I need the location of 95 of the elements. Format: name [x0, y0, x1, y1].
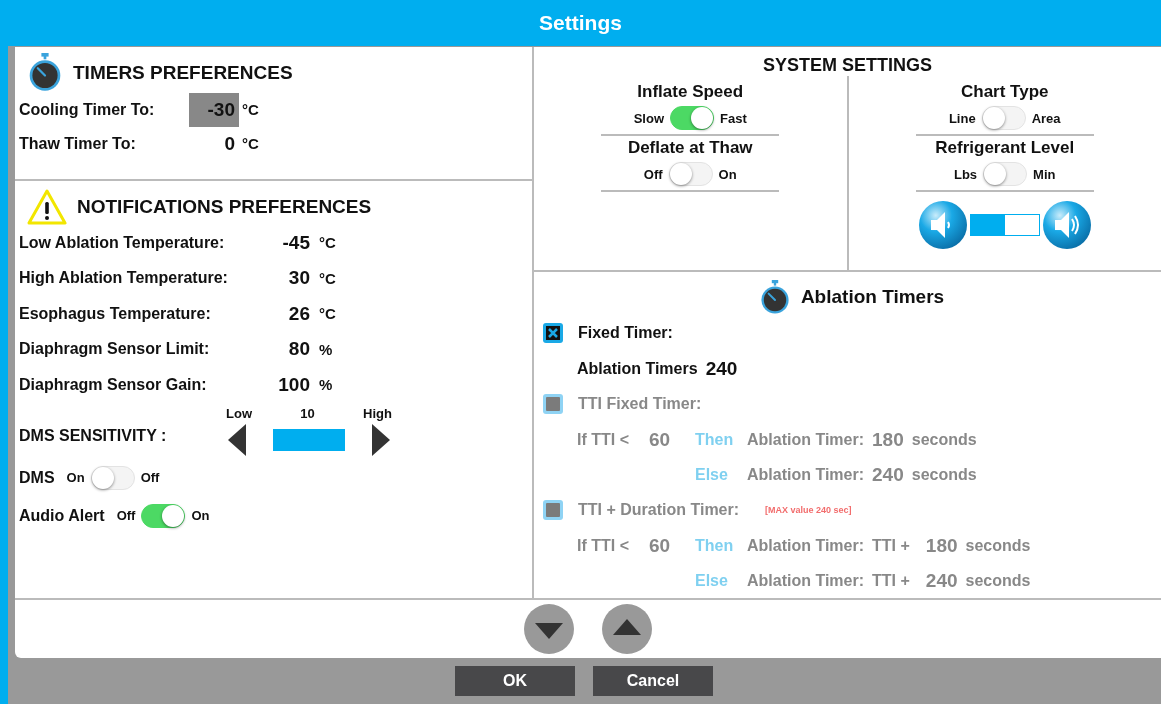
stopwatch-icon [27, 53, 63, 93]
warning-icon [27, 189, 67, 225]
setting-label: Audio Alert [19, 506, 105, 525]
scale-value: 10 [300, 406, 315, 421]
unit-label: % [318, 340, 333, 358]
condition-label: If TTI < [577, 430, 629, 448]
toggle-label: On [191, 508, 210, 523]
threshold-value: 60 [649, 534, 671, 556]
keyword-label: Then [695, 430, 734, 448]
toggle-label: On [718, 166, 737, 182]
timer-value: 240 [872, 463, 904, 486]
unit-label: °C [318, 269, 336, 287]
toggle-label: On [66, 470, 85, 485]
setting-title: Chart Type [960, 82, 1049, 102]
setting-label: Diaphragm Sensor Gain: [19, 375, 208, 394]
checkbox[interactable] [542, 322, 564, 344]
section-title: Ablation Timers [800, 286, 945, 309]
value-field[interactable]: -30 [189, 92, 239, 127]
section-title: NOTIFICATIONS PREFERENCES [77, 196, 372, 218]
unit-label: °C [318, 305, 336, 323]
scale-label: Low [226, 406, 252, 421]
timer-value: 180 [925, 534, 958, 557]
timer-value: 180 [872, 428, 904, 451]
scale-label: High [363, 406, 392, 421]
setting-label: Thaw Timer To: [19, 134, 137, 153]
keyword-label: Else [695, 465, 728, 483]
unit-label: °C [241, 101, 259, 119]
dialog-button[interactable]: OK [455, 666, 575, 696]
setting-title: Inflate Speed [637, 82, 744, 102]
setting-label: Diaphragm Sensor Limit: [19, 340, 211, 359]
condition-label: Ablation Timer: [747, 571, 865, 590]
scroll-down-icon[interactable] [524, 604, 574, 654]
volume-up-icon[interactable] [1041, 200, 1092, 250]
toggle-switch[interactable] [668, 162, 713, 186]
value-field[interactable]: 100 [264, 373, 316, 396]
option-label: TTI Fixed Timer: [578, 395, 702, 413]
value-field[interactable]: -45 [264, 231, 316, 254]
toggle-label: Min [1033, 166, 1056, 182]
volume-bar[interactable] [969, 214, 1040, 236]
section-title: SYSTEM SETTINGS [762, 54, 933, 76]
condition-label: If TTI < [577, 536, 629, 554]
dialog-button[interactable]: Cancel [593, 666, 713, 696]
section-title: TIMERS PREFERENCES [73, 61, 293, 84]
unit-label: seconds [965, 571, 1031, 590]
option-label: Fixed Timer: [578, 324, 673, 342]
value-field[interactable]: 80 [264, 338, 316, 361]
setting-label: Low Ablation Temperature: [19, 233, 226, 252]
value-field[interactable]: 30 [264, 267, 316, 290]
unit-label: °C [241, 135, 259, 153]
toggle-label: Slow [633, 110, 665, 126]
value-field[interactable]: 26 [264, 302, 316, 325]
unit-label: seconds [965, 536, 1031, 555]
setting-label: Cooling Timer To: [19, 100, 156, 119]
decrease-arrow-icon[interactable] [228, 424, 246, 456]
threshold-value: 60 [649, 428, 671, 450]
setting-title: Refrigerant Level [935, 138, 1075, 158]
setting-label: DMS SENSITIVITY : [19, 425, 168, 445]
toggle-switch[interactable] [90, 465, 135, 490]
condition-label: Ablation Timer: [747, 536, 865, 555]
value-label: Ablation Timers [577, 359, 698, 378]
toggle-switch[interactable] [981, 106, 1026, 130]
unit-label: % [318, 376, 333, 394]
condition-label: Ablation Timer: [747, 465, 865, 484]
setting-title: Deflate at Thaw [627, 138, 753, 158]
value-text: 240 [705, 357, 738, 380]
setting-label: DMS [19, 468, 55, 487]
toggle-label: Fast [720, 110, 747, 126]
setting-label: High Ablation Temperature: [19, 269, 229, 288]
note-text: [MAX value 240 sec] [765, 505, 852, 515]
scroll-up-icon[interactable] [602, 604, 652, 654]
unit-label: seconds [911, 430, 977, 449]
toggle-label: Off [140, 470, 160, 485]
keyword-label: Then [695, 536, 734, 554]
increase-arrow-icon[interactable] [372, 424, 390, 456]
toggle-switch[interactable] [983, 162, 1028, 186]
keyword-label: Else [695, 571, 728, 589]
unit-label: seconds [911, 465, 977, 484]
toggle-label: Off [116, 508, 136, 523]
toggle-switch[interactable] [141, 503, 186, 528]
window-title: Settings [0, 0, 1161, 46]
toggle-label: Lbs [954, 166, 978, 182]
toggle-label: Off [643, 166, 663, 182]
toggle-label: Area [1031, 110, 1061, 126]
toggle-switch[interactable] [670, 106, 715, 130]
condition-label: TTI + [872, 571, 910, 590]
value-field[interactable]: 0 [189, 126, 239, 161]
stopwatch-icon [758, 279, 791, 315]
setting-label: Esophagus Temperature: [19, 304, 212, 323]
volume-down-icon[interactable] [917, 200, 968, 250]
condition-label: Ablation Timer: [747, 430, 865, 449]
option-label: TTI + Duration Timer: [578, 501, 740, 519]
timer-value: 240 [925, 569, 958, 592]
toggle-label: Line [948, 110, 976, 126]
condition-label: TTI + [872, 536, 910, 555]
unit-label: °C [318, 234, 336, 252]
